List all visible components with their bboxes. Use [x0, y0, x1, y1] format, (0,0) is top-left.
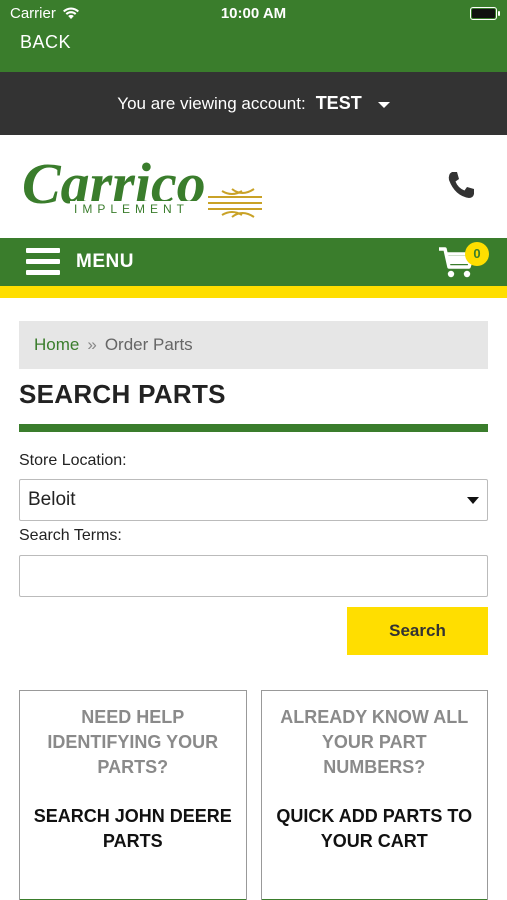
chevron-down-icon[interactable]: [377, 101, 390, 108]
store-location-value: Beloit: [28, 489, 76, 510]
search-john-deere-card[interactable]: NEED HELP IDENTIFYING YOUR PARTS? SEARCH…: [19, 690, 247, 900]
help-cards: NEED HELP IDENTIFYING YOUR PARTS? SEARCH…: [19, 690, 488, 900]
breadcrumb-separator: »: [87, 335, 97, 354]
card-question: ALREADY KNOW ALL YOUR PART NUMBERS?: [280, 707, 469, 777]
search-terms-input[interactable]: [19, 555, 488, 597]
store-location-select[interactable]: Beloit: [19, 479, 488, 521]
carrico-logo[interactable]: Carrico IMPLEMENT: [22, 151, 267, 223]
store-location-label: Store Location:: [19, 452, 127, 469]
back-button[interactable]: BACK: [20, 32, 71, 53]
menu-label[interactable]: MENU: [76, 251, 134, 273]
title-divider: [19, 424, 488, 432]
header-logo-bar: Carrico IMPLEMENT: [0, 135, 507, 238]
account-selector[interactable]: You are viewing account: TEST: [0, 72, 507, 135]
status-bar: Carrier 10:00 AM: [0, 0, 507, 28]
chevron-down-icon: [467, 497, 479, 504]
main-content: Home » Order Parts SEARCH PARTS Store Lo…: [0, 321, 507, 900]
search-row: Search: [19, 607, 488, 655]
breadcrumb-home-link[interactable]: Home: [34, 335, 79, 355]
accent-strip: [0, 286, 507, 298]
menu-bar: MENU 0: [0, 238, 507, 286]
account-prefix: You are viewing account:: [117, 93, 306, 113]
navigation-bar: BACK: [0, 28, 507, 72]
logo-tagline: IMPLEMENT: [74, 202, 189, 216]
hamburger-menu-icon[interactable]: [26, 248, 60, 276]
quick-add-card[interactable]: ALREADY KNOW ALL YOUR PART NUMBERS? QUIC…: [260, 690, 488, 900]
breadcrumb-current: Order Parts: [104, 335, 193, 354]
search-john-deere-link[interactable]: SEARCH JOHN DEERE PARTS: [20, 804, 246, 854]
clock: 10:00 AM: [220, 5, 287, 22]
breadcrumb: Home » Order Parts: [19, 321, 488, 369]
page-title: SEARCH PARTS: [19, 379, 226, 409]
battery-icon: [470, 7, 500, 20]
quick-add-link[interactable]: QUICK ADD PARTS TO YOUR CART: [262, 804, 488, 854]
search-button[interactable]: Search: [347, 607, 488, 655]
account-name[interactable]: TEST: [316, 93, 362, 114]
search-terms-label: Search Terms:: [19, 527, 122, 544]
cart-count-badge[interactable]: 0: [465, 242, 489, 266]
phone-icon[interactable]: [445, 169, 477, 201]
card-question: NEED HELP IDENTIFYING YOUR PARTS?: [47, 707, 219, 777]
